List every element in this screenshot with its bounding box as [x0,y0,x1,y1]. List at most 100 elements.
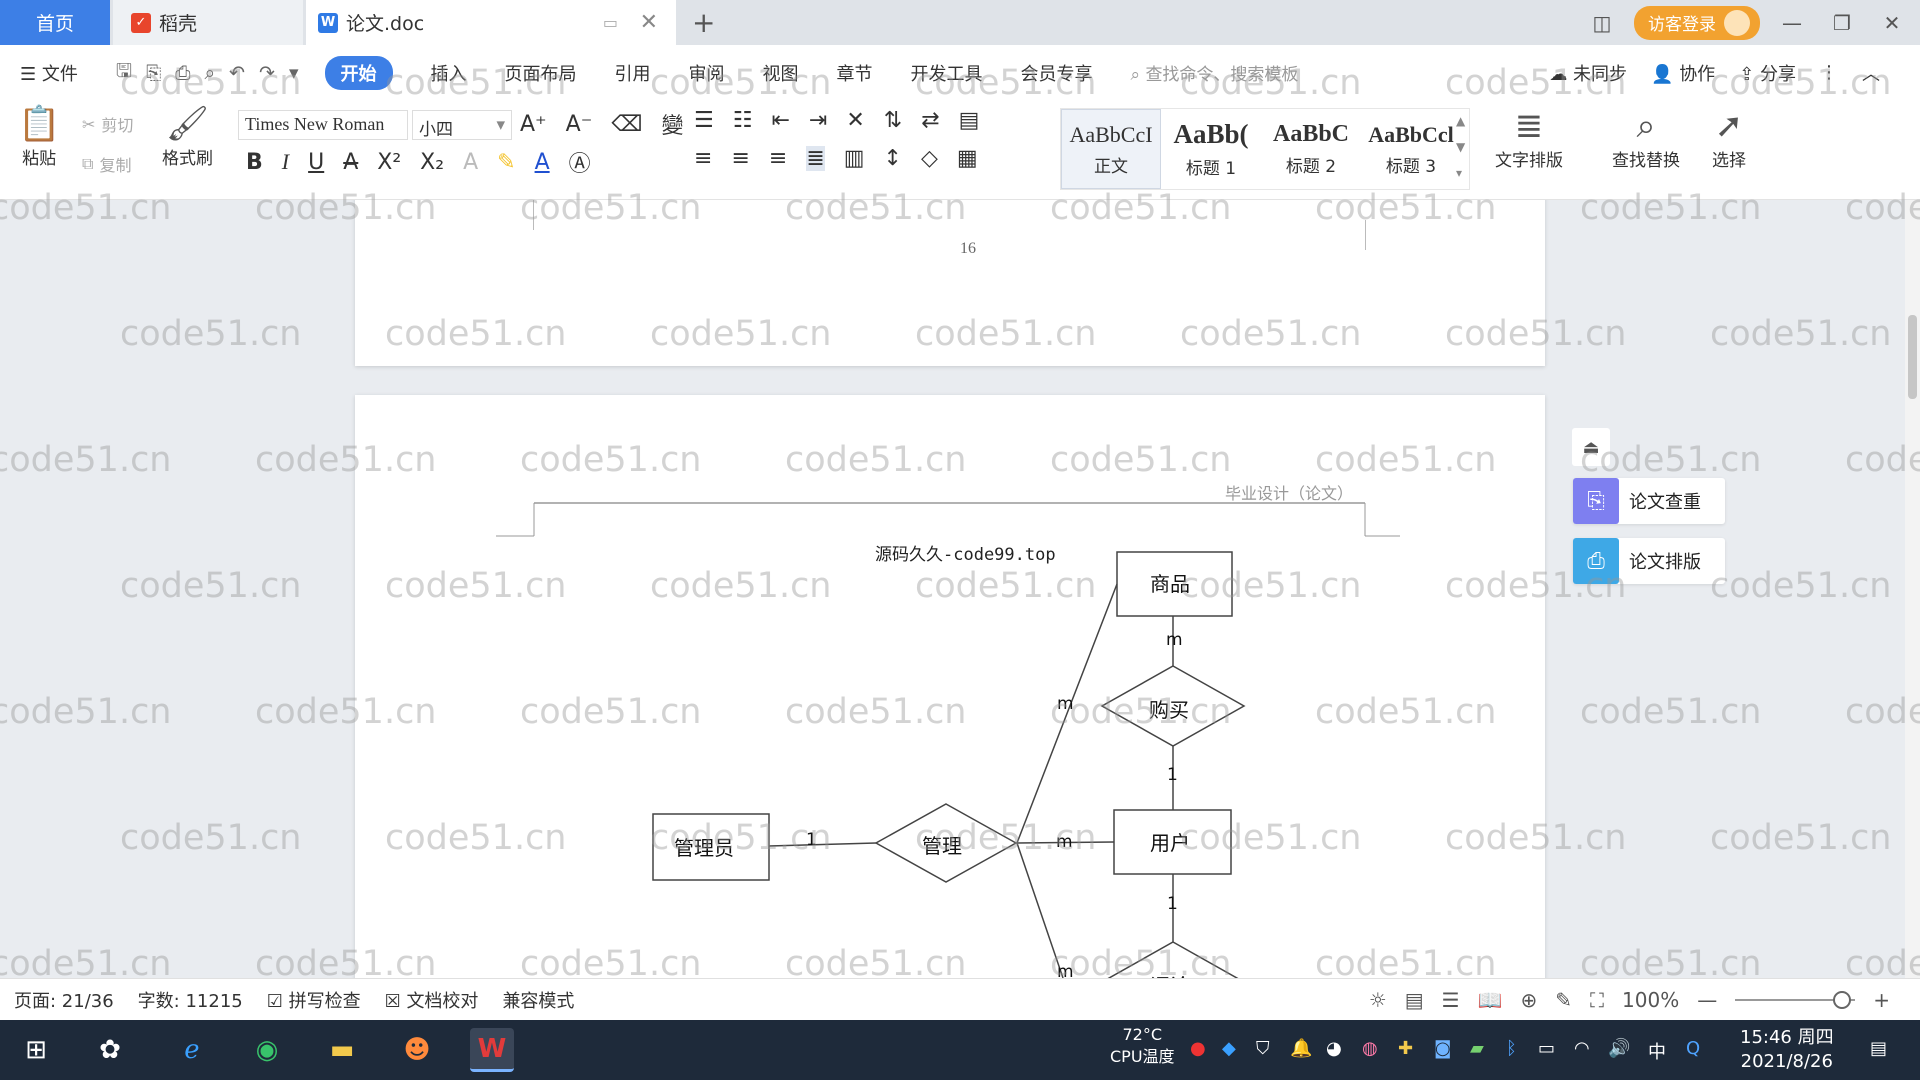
increase-indent-icon[interactable]: ⇥ [809,108,827,133]
ruler-icon[interactable]: ▤ [959,108,980,133]
menu-tab-start[interactable]: 开始 [324,55,393,90]
font-color-icon[interactable]: A [535,150,550,175]
tab-daoke[interactable]: ✓ 稻壳 [113,0,303,45]
text-direction-icon[interactable]: ⇄ [921,108,939,133]
fit-page-icon[interactable]: ⛶ [1590,988,1604,1012]
collab-button[interactable]: 👤 协作 [1651,60,1715,86]
menu-tab-review[interactable]: 审阅 [689,60,725,86]
align-left-icon[interactable]: ≡ [694,146,712,171]
qq-icon[interactable]: ◕ [1326,1038,1342,1059]
page-count[interactable]: 页面: 21/36 [14,987,114,1013]
numbered-list-icon[interactable]: ☷ [733,108,753,133]
format-painter-button[interactable]: 🖌 格式刷 [162,104,213,169]
tab-home[interactable]: 首页 [0,0,110,45]
style-heading-1[interactable]: AaBb( 标题 1 [1161,109,1261,189]
zoom-out-icon[interactable]: — [1697,988,1717,1012]
zoom-level[interactable]: 100% [1622,988,1679,1012]
save-icon[interactable]: 🖫 [116,57,132,89]
page-view-icon[interactable]: ▤ [1405,988,1424,1012]
distributed-icon[interactable]: ▥ [844,146,865,171]
zoom-slider-knob[interactable] [1833,991,1852,1009]
sync-button[interactable]: ☁ 未同步 [1549,60,1627,86]
more-icon[interactable]: ⋮ [1820,62,1838,83]
close-tab-icon[interactable]: ✕ [640,10,658,35]
pinwheel-app-icon[interactable]: ✿ [88,1028,132,1072]
print-preview-icon[interactable]: ⌕ [204,62,215,84]
menu-tab-view[interactable]: 视图 [763,60,799,86]
underline-icon[interactable]: U [308,150,324,175]
monitor-icon[interactable]: ▭ [603,13,618,32]
menu-tab-developer[interactable]: 开发工具 [911,60,983,86]
web-view-icon[interactable]: ⊕ [1521,988,1538,1012]
select-button[interactable]: ➚ 选择 [1712,106,1746,171]
clear-format-icon[interactable]: ⌫ [611,112,642,137]
search-q-icon[interactable]: Q [1686,1038,1700,1059]
collapse-panel-button[interactable]: ⏏ [1572,428,1610,466]
scrollbar-thumb[interactable] [1908,315,1917,399]
search-command-input[interactable]: ⌕ 查找命令、搜索模板 [1131,60,1299,85]
style-heading-3[interactable]: AaBbCcl 标题 3 [1361,109,1461,189]
360-browser-icon[interactable]: ◉ [245,1028,289,1072]
bullet-list-icon[interactable]: ☰ [694,108,714,133]
paper-check-button[interactable]: ⎘ 论文查重 [1573,478,1725,524]
outline-view-icon[interactable]: ☰ [1442,988,1460,1012]
menu-tab-references[interactable]: 引用 [615,60,651,86]
system-clock[interactable]: 15:46 周四 2021/8/26 [1740,1026,1834,1074]
vertical-scrollbar[interactable] [1905,200,1920,978]
minimize-icon[interactable]: — [1774,11,1810,35]
style-heading-2[interactable]: AaBbC 标题 2 [1261,109,1361,189]
action-center-icon[interactable]: ▤ [1870,1038,1887,1059]
menu-tab-page-layout[interactable]: 页面布局 [505,60,577,86]
file-explorer-icon[interactable]: ▬ [320,1028,364,1072]
line-spacing-icon[interactable]: ↕ [884,146,902,171]
align-center-icon[interactable]: ≡ [731,146,749,171]
notification-bell-icon[interactable]: 🔔 [1290,1038,1312,1059]
shrink-font-icon[interactable]: A⁻ [566,112,593,137]
highlight-icon[interactable]: ✎ [497,150,515,175]
write-mode-icon[interactable]: ✎ [1555,988,1572,1012]
tab-document[interactable]: W 论文.doc ▭ ✕ [306,0,676,45]
wps-office-icon[interactable]: W [470,1028,514,1072]
menu-tab-chapter[interactable]: 章节 [837,60,873,86]
menu-tab-member[interactable]: 会员专享 [1021,60,1093,86]
spell-check-button[interactable]: ☑ 拼写检查 [267,987,361,1013]
input-method[interactable]: 中 [1648,1038,1666,1064]
justify-icon[interactable]: ≣ [806,146,825,171]
word-count[interactable]: 字数: 11215 [138,987,243,1013]
customize-dropdown-icon[interactable]: ▾ [289,62,299,84]
undo-icon[interactable]: ↶ [229,62,245,84]
find-replace-button[interactable]: ⌕ 查找替换 [1612,106,1680,171]
bold-icon[interactable]: B [246,150,263,175]
output-icon[interactable]: ⎘ [146,62,161,84]
menu-tab-insert[interactable]: 插入 [431,60,467,86]
zoom-in-icon[interactable]: + [1873,988,1890,1012]
wifi-icon[interactable]: ◠ [1574,1038,1590,1059]
reading-view-icon[interactable]: 📖 [1478,988,1503,1012]
nvidia-icon[interactable]: ▰ [1470,1038,1484,1059]
battery-icon[interactable]: ▭ [1538,1038,1555,1059]
paste-button[interactable]: 📋 粘贴 [18,104,60,169]
collapse-ribbon-icon[interactable]: ︿ [1862,60,1880,86]
font-size-select[interactable]: 小四 ▾ [412,110,512,140]
layout-toggle-icon[interactable]: ◫ [1584,11,1620,35]
borders-icon[interactable]: ▦ [957,146,978,171]
cut-button[interactable]: ✂ 剪切 [82,112,133,136]
zoom-slider[interactable] [1735,991,1856,1009]
font-name-select[interactable]: Times New Roman [238,110,408,140]
redo-icon[interactable]: ↷ [259,62,275,84]
ie-browser-icon[interactable]: ℯ [170,1028,214,1072]
shield-icon[interactable]: ⛉ [1256,1038,1270,1059]
tray-app-icon[interactable]: ● [1190,1038,1206,1059]
phonetic-icon[interactable]: 變 [661,108,683,140]
style-scroll-icon[interactable]: ▲ ▼ ▾ [1456,108,1465,186]
text-layout-button[interactable]: ≣ 文字排版 [1495,106,1563,171]
visitor-login-button[interactable]: 访客登录 [1634,5,1760,40]
sort-icon[interactable]: ⇅ [884,108,902,133]
doc-proof-button[interactable]: ☒ 文档校对 [385,987,479,1013]
restore-icon[interactable]: ❐ [1824,11,1860,35]
eye-protect-icon[interactable]: ☼ [1369,988,1387,1012]
align-right-icon[interactable]: ≡ [769,146,787,171]
volume-icon[interactable]: 🔊 [1608,1038,1630,1059]
chinese-layout-icon[interactable]: ✕ [846,108,864,133]
file-menu[interactable]: ☰ 文件 [20,60,78,86]
